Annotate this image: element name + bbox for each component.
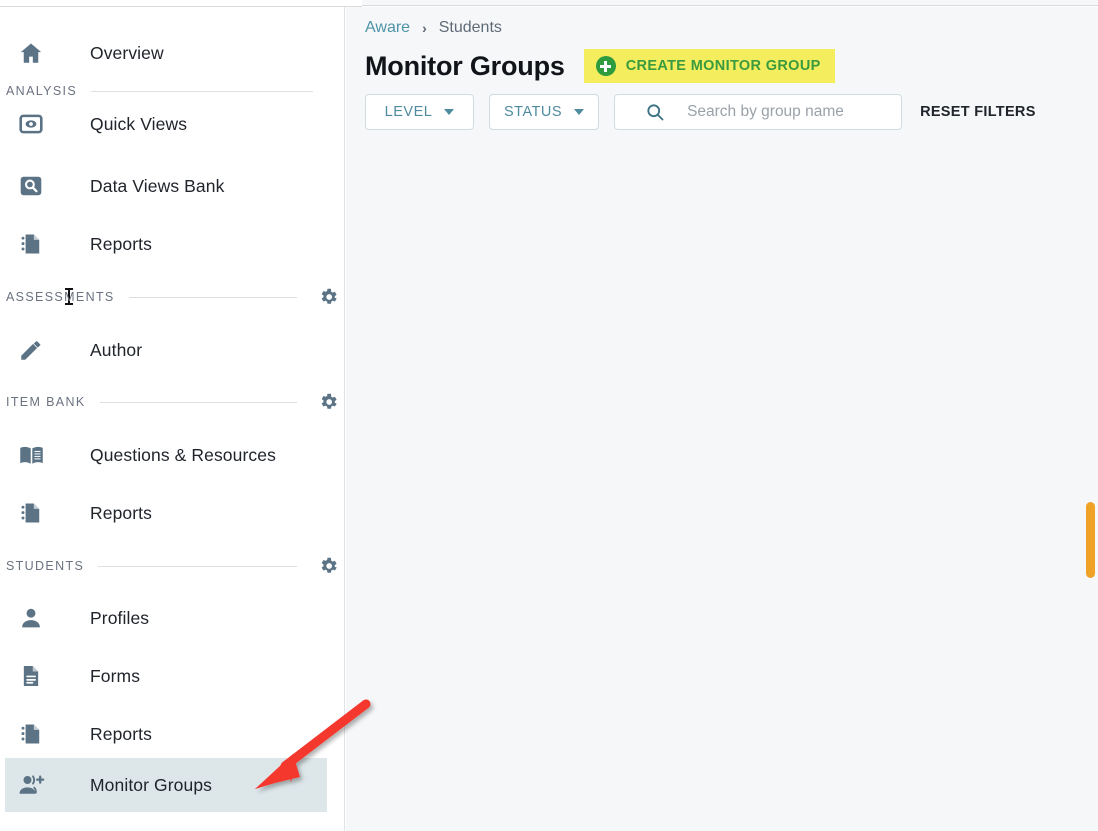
sidebar-item-overview[interactable]: Overview: [5, 26, 327, 80]
sidebar-section-label: ASSESSMENTS: [6, 290, 115, 304]
search-input-placeholder: Search by group name: [687, 103, 844, 120]
level-filter-dropdown[interactable]: LEVEL: [365, 94, 474, 130]
vertical-scrollbar-thumb[interactable]: [1086, 502, 1095, 578]
sidebar-item-label: Profiles: [90, 607, 150, 628]
search-icon: [645, 102, 665, 122]
data-views-bank-icon: [5, 173, 57, 199]
sidebar-section-label: STUDENTS: [6, 559, 85, 573]
chevron-down-icon: [444, 109, 455, 115]
sidebar-section-label: ITEM BANK: [6, 395, 86, 409]
create-monitor-group-label: CREATE MONITOR GROUP: [625, 58, 821, 74]
sidebar-item-label: Forms: [90, 665, 141, 686]
status-filter-dropdown[interactable]: STATUS: [489, 94, 600, 130]
filter-toolbar: LEVEL STATUS Search by group name RESET …: [365, 94, 1036, 130]
sidebar-item-label: Questions & Resources: [90, 444, 276, 465]
monitor-groups-icon: [5, 772, 57, 798]
home-icon: [5, 40, 57, 66]
sidebar-item-label: Overview: [90, 42, 164, 63]
chevron-down-icon: [574, 109, 585, 115]
breadcrumb-separator-icon: ›: [422, 20, 427, 36]
sidebar-item-reports-analysis[interactable]: Reports: [5, 217, 327, 271]
sidebar-section-item-bank: ITEM BANK: [0, 391, 345, 413]
sidebar-item-author[interactable]: Author: [5, 323, 327, 377]
status-filter-label: STATUS: [504, 104, 563, 120]
form-icon: [5, 663, 57, 689]
plus-circle-icon: [595, 56, 616, 76]
sidebar-section-assessments: ASSESSMENTS: [0, 286, 345, 308]
sidebar-item-label: Reports: [90, 233, 152, 254]
title-row: Monitor Groups CREATE MONITOR GROUP: [365, 49, 835, 83]
reports-icon: [5, 500, 57, 526]
level-filter-label: LEVEL: [384, 104, 433, 120]
pencil-icon: [5, 337, 57, 363]
sidebar-item-profiles[interactable]: Profiles: [5, 591, 327, 645]
sidebar-item-questions-and-resources[interactable]: Questions & Resources: [5, 428, 327, 482]
create-monitor-group-button[interactable]: CREATE MONITOR GROUP: [583, 49, 835, 83]
gear-icon[interactable]: [311, 555, 345, 577]
reports-icon: [5, 231, 57, 257]
sidebar-item-label: Quick Views: [90, 113, 188, 134]
top-divider-right: [362, 0, 1098, 6]
gear-icon[interactable]: [311, 286, 345, 308]
sidebar-item-quick-views[interactable]: Quick Views: [5, 97, 327, 151]
section-divider: [98, 565, 297, 567]
sidebar-item-label: Reports: [90, 723, 152, 744]
sidebar-item-label: Data Views Bank: [90, 175, 225, 196]
vertical-scrollbar-track[interactable]: [1084, 7, 1098, 831]
book-icon: [5, 442, 57, 469]
sidebar-item-reports-students[interactable]: Reports: [5, 707, 327, 761]
sidebar-section-label: ANALYSIS: [6, 84, 78, 98]
sidebar-item-label: Reports: [90, 502, 152, 523]
breadcrumb-current-students[interactable]: Students: [439, 19, 502, 37]
sidebar-item-label: Author: [90, 339, 143, 360]
reports-icon: [5, 721, 57, 747]
person-icon: [5, 605, 57, 631]
search-input[interactable]: Search by group name: [614, 94, 903, 130]
breadcrumb-link-aware[interactable]: Aware: [365, 19, 410, 37]
gear-icon[interactable]: [311, 391, 345, 413]
sidebar-section-students: STUDENTS: [0, 555, 345, 577]
reset-filters-button[interactable]: RESET FILTERS: [920, 104, 1036, 120]
breadcrumb: Aware › Students: [365, 19, 502, 37]
sidebar-navigation: ANALYSIS ASSESSMENTS ITEM BANK STUDENTS Over…: [0, 7, 345, 831]
section-divider: [99, 401, 297, 403]
quick-views-icon: [5, 111, 57, 137]
sidebar-item-data-views-bank[interactable]: Data Views Bank: [5, 159, 327, 213]
window-top-strip: [0, 0, 1098, 7]
sidebar-item-forms[interactable]: Forms: [5, 649, 327, 703]
sidebar-item-reports-item-bank[interactable]: Reports: [5, 486, 327, 540]
sidebar-item-monitor-groups[interactable]: Monitor Groups: [5, 758, 327, 812]
page-title: Monitor Groups: [365, 50, 565, 81]
section-divider: [91, 90, 313, 92]
app-root: ANALYSIS ASSESSMENTS ITEM BANK STUDENTS Over…: [0, 0, 1098, 831]
sidebar-item-label: Monitor Groups: [90, 774, 213, 795]
main-content: Aware › Students Monitor Groups CREATE M…: [346, 7, 1098, 831]
section-divider: [128, 296, 297, 298]
